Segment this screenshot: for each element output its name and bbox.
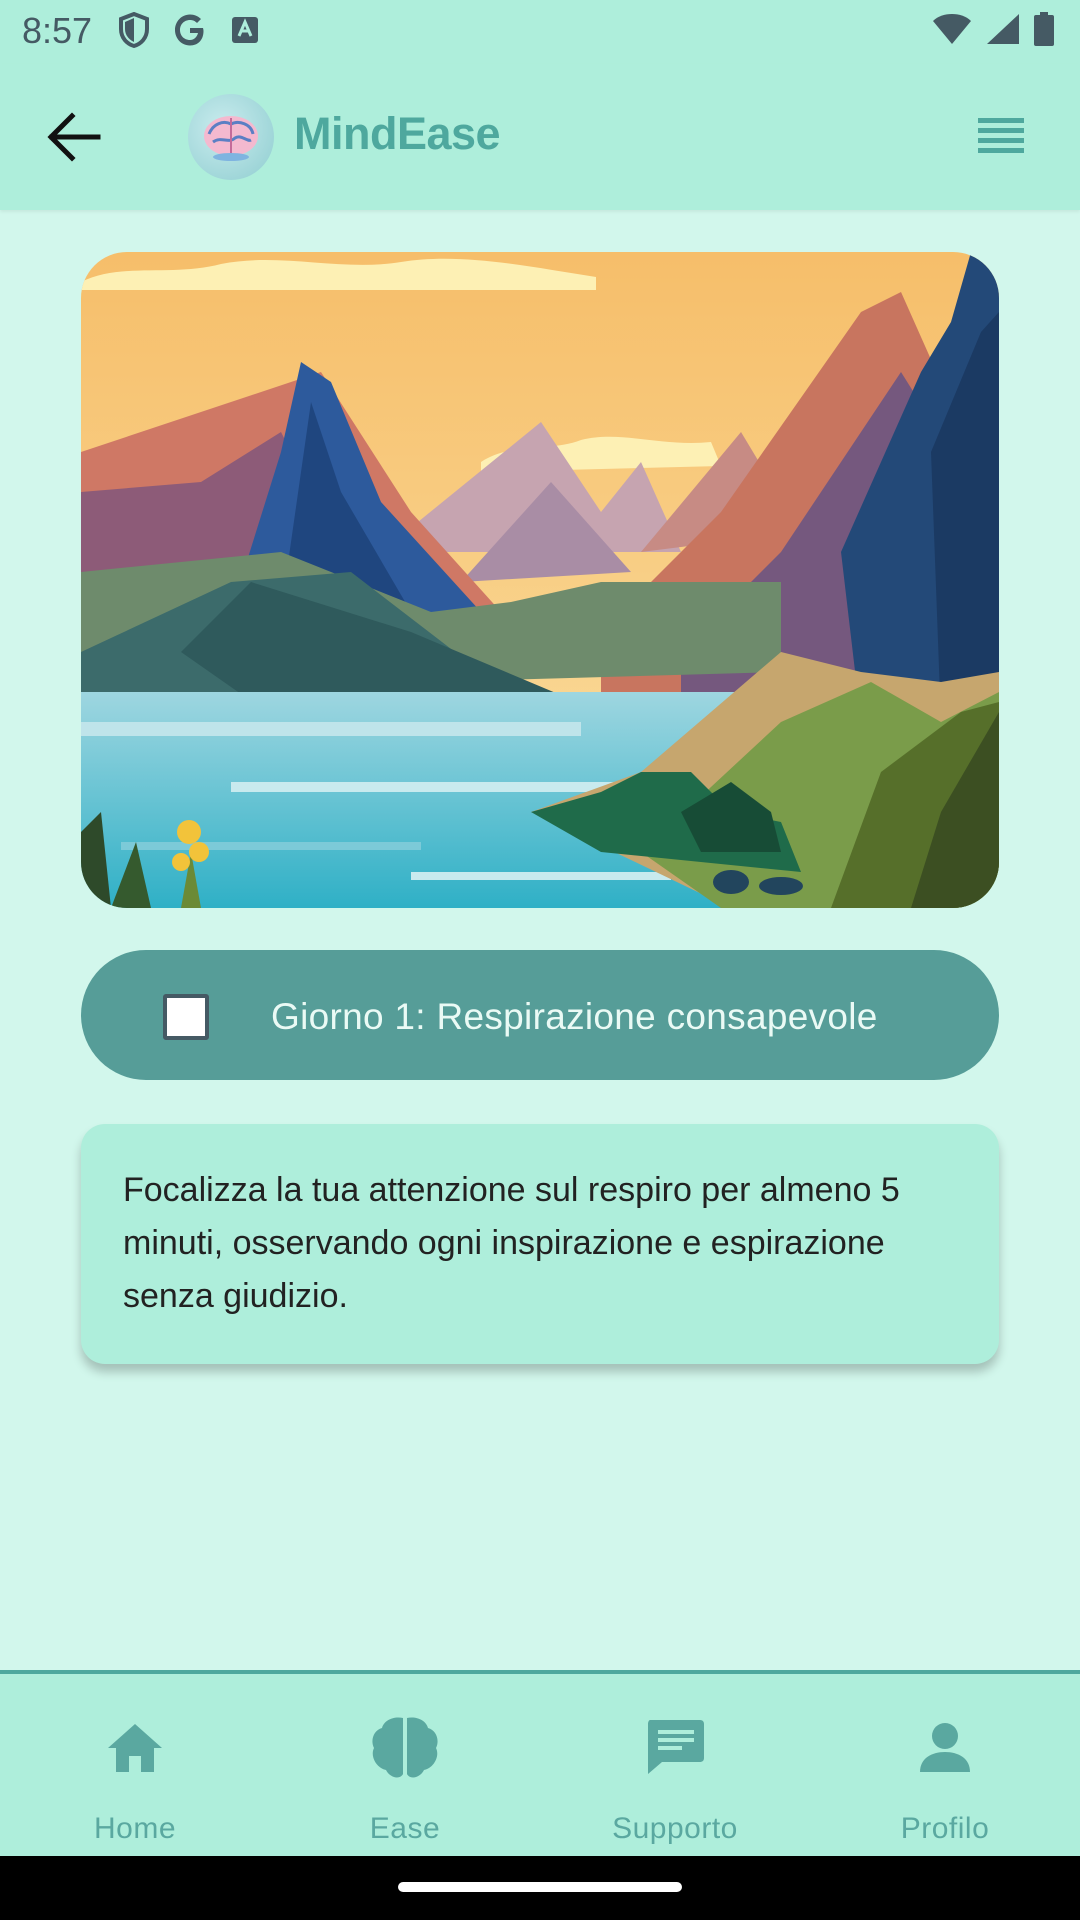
status-icons-left — [118, 12, 260, 48]
arrow-back-icon — [47, 112, 101, 162]
task-description: Focalizza la tua attenzione sul respiro … — [123, 1171, 900, 1315]
app-bar: MindEase — [0, 64, 1080, 210]
task-checkbox[interactable] — [163, 994, 209, 1040]
menu-button[interactable] — [978, 116, 1024, 158]
shield-icon — [119, 12, 149, 48]
nav-item-ease[interactable]: Ease — [270, 1674, 540, 1860]
nav-label-profilo: Profilo — [900, 1812, 990, 1845]
status-bar: 8:57 — [0, 0, 1080, 64]
task-description-card: Focalizza la tua attenzione sul respiro … — [81, 1124, 999, 1364]
a-badge-icon — [232, 17, 258, 43]
app-logo — [188, 94, 274, 180]
menu-icon — [978, 118, 1024, 153]
nav-label-supporto: Supporto — [612, 1812, 738, 1845]
brain-icon — [372, 1717, 438, 1778]
status-time: 8:57 — [22, 10, 93, 51]
person-icon — [920, 1723, 970, 1772]
home-icon — [108, 1724, 162, 1772]
hero-image — [81, 252, 999, 908]
system-gesture-bar — [0, 1856, 1080, 1920]
signal-icon — [987, 14, 1019, 44]
nav-label-ease: Ease — [369, 1812, 441, 1845]
wifi-icon — [933, 14, 971, 44]
nav-item-profilo[interactable]: Profilo — [810, 1674, 1080, 1860]
task-label: Giorno 1: Respirazione consapevole — [271, 996, 878, 1037]
nav-label-home: Home — [93, 1812, 177, 1845]
bottom-nav: Home Ease Supporto Profilo — [0, 1670, 1080, 1860]
app-title: MindEase — [294, 108, 501, 159]
home-gesture-handle[interactable] — [398, 1882, 682, 1892]
back-button[interactable] — [44, 110, 102, 164]
battery-icon — [1034, 12, 1054, 46]
google-icon — [175, 14, 204, 46]
mountain-lake-illustration — [81, 252, 999, 908]
task-item[interactable]: Giorno 1: Respirazione consapevole — [81, 950, 999, 1080]
status-icons-right — [932, 12, 1054, 46]
brain-logo-icon — [204, 116, 258, 161]
chat-icon — [648, 1720, 704, 1774]
nav-item-home[interactable]: Home — [0, 1674, 270, 1860]
nav-item-supporto[interactable]: Supporto — [540, 1674, 810, 1860]
